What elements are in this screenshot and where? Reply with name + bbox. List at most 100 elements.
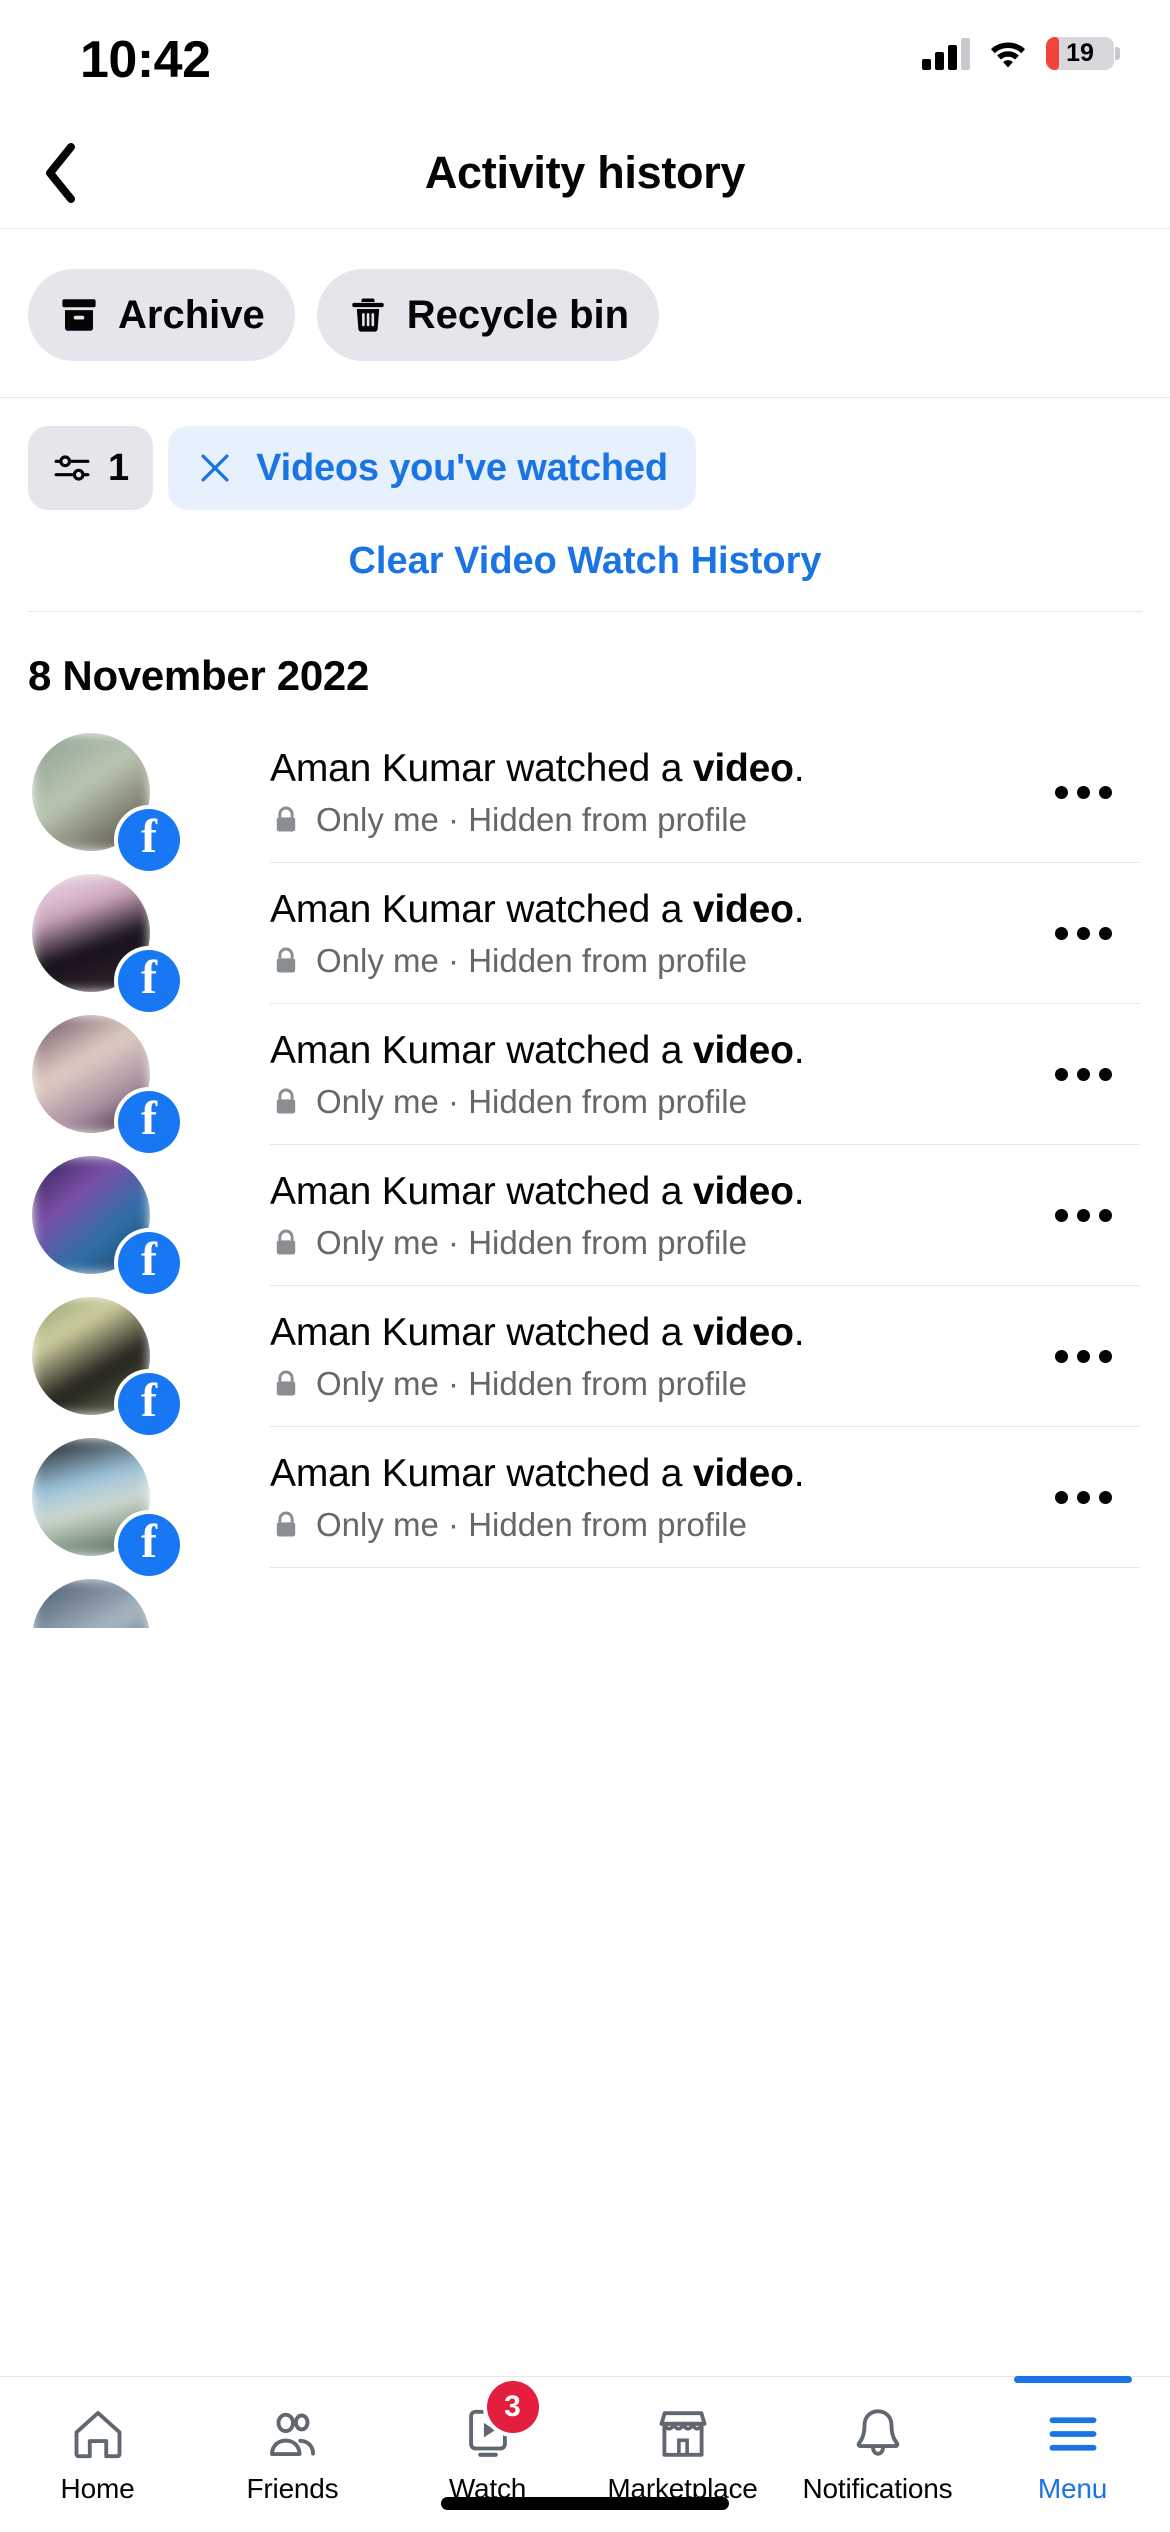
hamburger-menu-icon bbox=[1044, 2397, 1102, 2463]
activity-row-meta: Only me · Hidden from profile bbox=[270, 1506, 1010, 1544]
lock-icon bbox=[276, 947, 296, 972]
friends-icon bbox=[264, 2397, 322, 2463]
clear-video-watch-history-link[interactable]: Clear Video Watch History bbox=[348, 540, 821, 582]
activity-row-body: Aman Kumar watched a video. Only me · Hi… bbox=[270, 1427, 1010, 1568]
activity-row[interactable]: f Aman Kumar watched a video. Only me · … bbox=[0, 1427, 1170, 1576]
nav-item-home[interactable]: Home bbox=[0, 2377, 195, 2505]
activity-text-prefix: Aman Kumar watched a bbox=[270, 1310, 693, 1354]
home-icon bbox=[69, 2397, 127, 2463]
activity-text-suffix: . bbox=[793, 1028, 805, 1072]
app-screen: 10:42 19 Activity history Archive Recycl… bbox=[0, 0, 1170, 2532]
more-options-icon bbox=[1054, 927, 1068, 940]
watch-badge: 3 bbox=[486, 2381, 539, 2433]
activity-text-prefix: Aman Kumar watched a bbox=[270, 746, 693, 790]
page-title: Activity history bbox=[424, 147, 746, 198]
home-indicator bbox=[441, 2497, 729, 2510]
more-options-button[interactable] bbox=[1028, 1427, 1138, 1568]
activity-text-bold: video bbox=[692, 746, 794, 790]
more-options-icon bbox=[1054, 1491, 1068, 1504]
activity-row-title: Aman Kumar watched a video. bbox=[270, 1170, 1010, 1214]
activity-text-bold: video bbox=[692, 1169, 794, 1213]
activity-text-prefix: Aman Kumar watched a bbox=[270, 887, 693, 931]
activity-text-suffix: . bbox=[793, 887, 805, 931]
activity-row[interactable]: f Aman Kumar watched a video. Only me · … bbox=[0, 722, 1170, 871]
facebook-badge-icon: f bbox=[118, 809, 180, 871]
lock-icon bbox=[276, 1229, 296, 1254]
nav-item-notifications[interactable]: Notifications bbox=[780, 2377, 975, 2505]
activity-row[interactable] bbox=[0, 1568, 1170, 1628]
filter-button[interactable]: 1 bbox=[28, 426, 154, 510]
watch-video-icon: 3 bbox=[459, 2381, 539, 2463]
activity-row-title: Aman Kumar watched a video. bbox=[270, 747, 1010, 791]
more-options-icon bbox=[1054, 1350, 1068, 1363]
wifi-icon bbox=[987, 37, 1029, 69]
activity-row[interactable]: f Aman Kumar watched a video. Only me · … bbox=[0, 863, 1170, 1012]
activity-text-bold: video bbox=[692, 1310, 794, 1354]
archive-box-icon bbox=[62, 299, 96, 331]
lock-icon bbox=[276, 806, 296, 831]
avatar[interactable] bbox=[32, 1579, 150, 1628]
nav-item-notifications-label: Notifications bbox=[802, 2473, 953, 2504]
battery-percent: 19 bbox=[1066, 38, 1094, 67]
bottom-navigation-bar: Home Friends 3 Watch Marketplace Notific… bbox=[0, 2376, 1170, 2532]
activity-row[interactable]: f Aman Kumar watched a video. Only me · … bbox=[0, 1145, 1170, 1294]
facebook-badge-icon: f bbox=[118, 1091, 180, 1153]
activity-row-title: Aman Kumar watched a video. bbox=[270, 1452, 1010, 1496]
nav-item-marketplace[interactable]: Marketplace bbox=[585, 2377, 780, 2505]
more-options-icon bbox=[1054, 1068, 1068, 1081]
sliders-filter-icon bbox=[54, 455, 90, 481]
activity-text-prefix: Aman Kumar watched a bbox=[270, 1028, 693, 1072]
activity-meta-text: Only me · Hidden from profile bbox=[316, 1082, 747, 1120]
more-options-button[interactable] bbox=[1028, 863, 1138, 1004]
trash-can-icon bbox=[352, 298, 384, 332]
cellular-signal-icon bbox=[922, 36, 970, 70]
quick-actions-row: Archive Recycle bin bbox=[0, 229, 1170, 397]
activity-row-body: Aman Kumar watched a video. Only me · Hi… bbox=[270, 1145, 1010, 1286]
activity-row-meta: Only me · Hidden from profile bbox=[270, 1083, 1010, 1121]
more-options-button[interactable] bbox=[1028, 1286, 1138, 1427]
filter-row: 1 Videos you've watched bbox=[0, 398, 1170, 510]
activity-row-body: Aman Kumar watched a video. Only me · Hi… bbox=[270, 1004, 1010, 1145]
more-options-button[interactable] bbox=[1028, 1004, 1138, 1145]
activity-meta-text: Only me · Hidden from profile bbox=[316, 1505, 747, 1543]
activity-row-title: Aman Kumar watched a video. bbox=[270, 1029, 1010, 1073]
activity-meta-text: Only me · Hidden from profile bbox=[316, 941, 747, 979]
activity-text-suffix: . bbox=[793, 1310, 805, 1354]
close-x-icon bbox=[201, 454, 229, 482]
activity-row[interactable]: f Aman Kumar watched a video. Only me · … bbox=[0, 1004, 1170, 1153]
more-options-button[interactable] bbox=[1028, 722, 1138, 863]
nav-item-watch[interactable]: 3 Watch bbox=[390, 2377, 585, 2505]
filter-count: 1 bbox=[108, 446, 130, 489]
activity-text-prefix: Aman Kumar watched a bbox=[270, 1169, 693, 1213]
recycle-bin-chip[interactable]: Recycle bin bbox=[316, 269, 660, 361]
recycle-bin-chip-label: Recycle bin bbox=[406, 292, 630, 337]
activity-text-suffix: . bbox=[793, 746, 805, 790]
marketplace-store-icon bbox=[654, 2397, 712, 2463]
nav-item-friends[interactable]: Friends bbox=[195, 2377, 390, 2505]
facebook-badge-icon: f bbox=[118, 1373, 180, 1435]
activity-text-bold: video bbox=[692, 1028, 794, 1072]
active-tab-indicator bbox=[1013, 2376, 1132, 2383]
facebook-badge-icon: f bbox=[118, 1514, 180, 1576]
nav-item-menu[interactable]: Menu bbox=[975, 2376, 1170, 2505]
activity-meta-text: Only me · Hidden from profile bbox=[316, 1223, 747, 1261]
lock-icon bbox=[276, 1511, 296, 1536]
activity-row-title: Aman Kumar watched a video. bbox=[270, 888, 1010, 932]
activity-row-meta: Only me · Hidden from profile bbox=[270, 1224, 1010, 1262]
activity-row[interactable]: f Aman Kumar watched a video. Only me · … bbox=[0, 1286, 1170, 1435]
more-options-button[interactable] bbox=[1028, 1145, 1138, 1286]
battery-icon: 19 bbox=[1046, 36, 1120, 70]
activity-text-suffix: . bbox=[793, 1451, 805, 1495]
active-filter-pill[interactable]: Videos you've watched bbox=[168, 426, 696, 510]
bell-icon bbox=[849, 2397, 907, 2463]
activity-text-suffix: . bbox=[793, 1169, 805, 1213]
status-bar-time: 10:42 bbox=[80, 31, 211, 89]
archive-chip[interactable]: Archive bbox=[28, 269, 295, 361]
activity-row-meta: Only me · Hidden from profile bbox=[270, 1365, 1010, 1403]
lock-icon bbox=[276, 1088, 296, 1113]
activity-meta-text: Only me · Hidden from profile bbox=[316, 1364, 747, 1402]
clear-history-row: Clear Video Watch History bbox=[0, 510, 1170, 611]
nav-item-friends-label: Friends bbox=[246, 2473, 339, 2504]
lock-icon bbox=[276, 1370, 296, 1395]
nav-item-menu-label: Menu bbox=[1037, 2473, 1108, 2504]
